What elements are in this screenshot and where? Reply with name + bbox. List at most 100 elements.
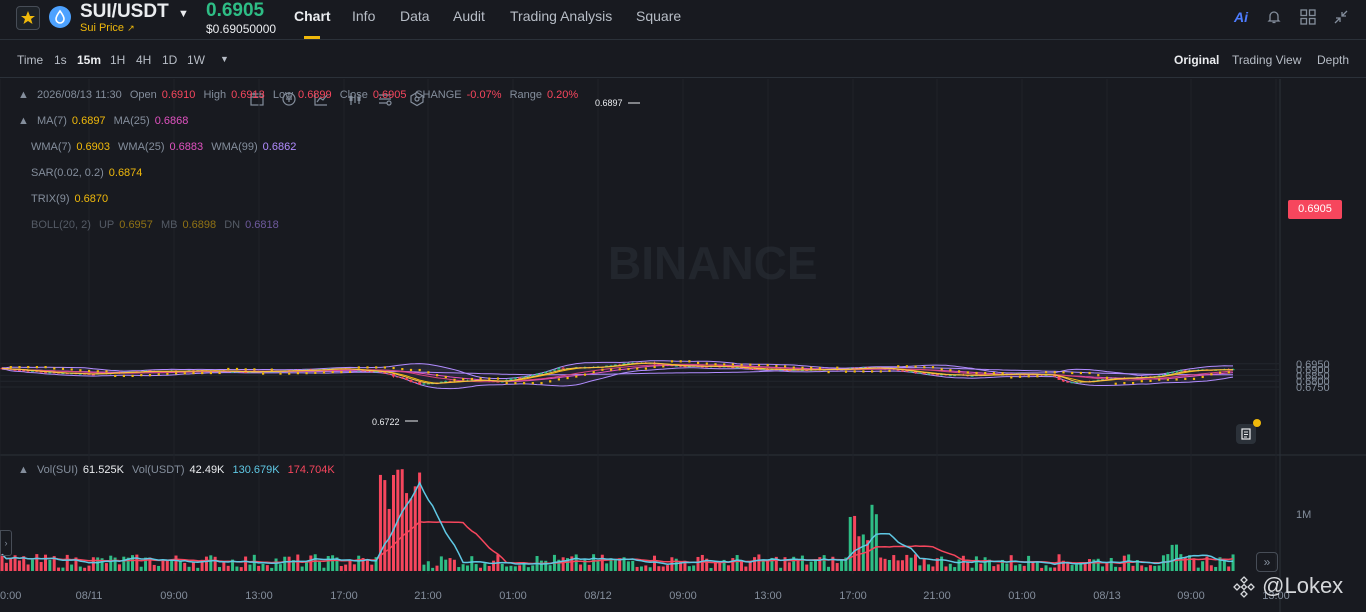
volume-bar [827,566,830,571]
interval-1w[interactable]: 1W [187,53,205,67]
range-value: 0.20% [546,89,579,101]
volume-bar [0,554,4,571]
collapse-ma-icon[interactable]: ▲ [18,115,29,127]
pair-subtitle[interactable]: Sui Price ↗ [80,22,135,34]
candle-body [970,375,974,377]
volume-bar [887,559,891,571]
sar-dot [644,367,647,370]
interval-1h[interactable]: 1H [110,53,125,67]
sar-dot [566,376,569,380]
scroll-right-button[interactable]: » [1256,552,1278,572]
volume-bar [809,561,813,571]
collapse-icon[interactable] [1332,8,1350,26]
chevron-right-icon: › [4,538,8,548]
tab-trading-analysis[interactable]: Trading Analysis [510,8,612,24]
volume-bar [139,566,143,571]
volume-bar [309,555,313,571]
volume-bar [439,556,443,571]
sar-dot [731,363,734,366]
interval-4h[interactable]: 4H [136,53,151,67]
sar-dot [288,372,291,375]
volume-bar [653,555,656,571]
volume-bar [905,554,909,571]
boll-mb-value: 0.6898 [182,219,217,231]
tab-chart[interactable]: Chart [294,8,331,24]
sar-dot [218,371,221,375]
sar-dot [1123,381,1126,385]
volume-bar [757,554,761,571]
ai-button[interactable]: Ai [1234,9,1248,25]
collapse-legend-icon[interactable]: ▲ [18,89,29,101]
tab-info[interactable]: Info [352,8,375,24]
candle-body [392,373,395,377]
volume-bar [700,554,704,571]
price-chart[interactable]: BINANCE 0.67500.68000.68500.69000.69501M… [0,79,1366,612]
volume-bar [78,566,82,571]
sar-dot [1027,375,1030,378]
sar-dot [409,368,413,372]
volume-bar [974,556,978,571]
sar-dot [183,372,186,375]
volume-bar [531,565,535,571]
expand-left-button[interactable]: › [0,530,12,556]
volume-bar [422,564,426,571]
interval-more-chevron-icon[interactable]: ▼ [220,54,229,64]
sar-dot [201,371,204,375]
favorite-star-button[interactable] [16,6,40,30]
volume-bar [787,562,791,571]
candle-body [418,382,422,385]
sar-dot [131,374,134,378]
open-label: Open [129,89,157,101]
volume-bar [9,557,13,571]
sar-dot [1175,378,1178,381]
volume-bar [57,567,61,571]
sar-dot [262,372,265,375]
volume-bar [605,563,609,571]
time-axis: 0:00 08/11 09:00 13:00 17:00 21:00 01:00 08/12 0… [0,590,1290,602]
volume-bar [17,560,21,571]
volume-bar [1022,565,1026,571]
candle-body [1170,372,1174,374]
interval-15m[interactable]: 15m [77,53,101,67]
view-trading-view[interactable]: Trading View [1232,53,1301,67]
view-original[interactable]: Original [1174,53,1219,67]
volume-bar [300,566,304,571]
volume-bar [896,560,900,571]
volume-bar [4,562,8,571]
volume-bar [483,563,487,571]
volume-bar [30,559,34,571]
volume-bar [96,557,100,571]
tab-square[interactable]: Square [636,8,681,24]
wma99-label: WMA(99) [211,141,258,153]
volume-bar [409,498,413,571]
grid-layout-icon[interactable] [1299,8,1317,26]
volume-bar [631,560,635,571]
tab-audit[interactable]: Audit [453,8,485,24]
volume-bar [966,562,970,571]
interval-1s[interactable]: 1s [54,53,67,67]
chart-info-button[interactable] [1236,424,1256,444]
volume-bar [70,564,74,571]
volume-bar [800,555,804,571]
volume-bar [840,559,844,571]
volume-bar [1048,567,1052,571]
pair-title[interactable]: SUI/USDT ▼ [80,1,189,23]
collapse-volume-icon[interactable]: ▲ [18,464,29,476]
volume-bar [370,564,374,571]
interval-1d[interactable]: 1D [162,53,177,67]
view-depth[interactable]: Depth [1317,53,1349,67]
volume-bar [1196,567,1200,571]
volume-bar [748,561,752,571]
bell-icon[interactable] [1266,9,1282,25]
volume-bar [1188,555,1192,571]
sar-dot [61,367,65,370]
sar-dot [44,366,47,369]
sar-dot [879,370,882,373]
volume-bar [613,560,617,571]
tab-data[interactable]: Data [400,8,430,24]
candle-body [1070,382,1074,384]
volume-bar [805,564,809,571]
volume-bar [513,566,517,571]
candle-body [1179,370,1183,372]
time-tick-label: 08/11 [76,590,103,602]
